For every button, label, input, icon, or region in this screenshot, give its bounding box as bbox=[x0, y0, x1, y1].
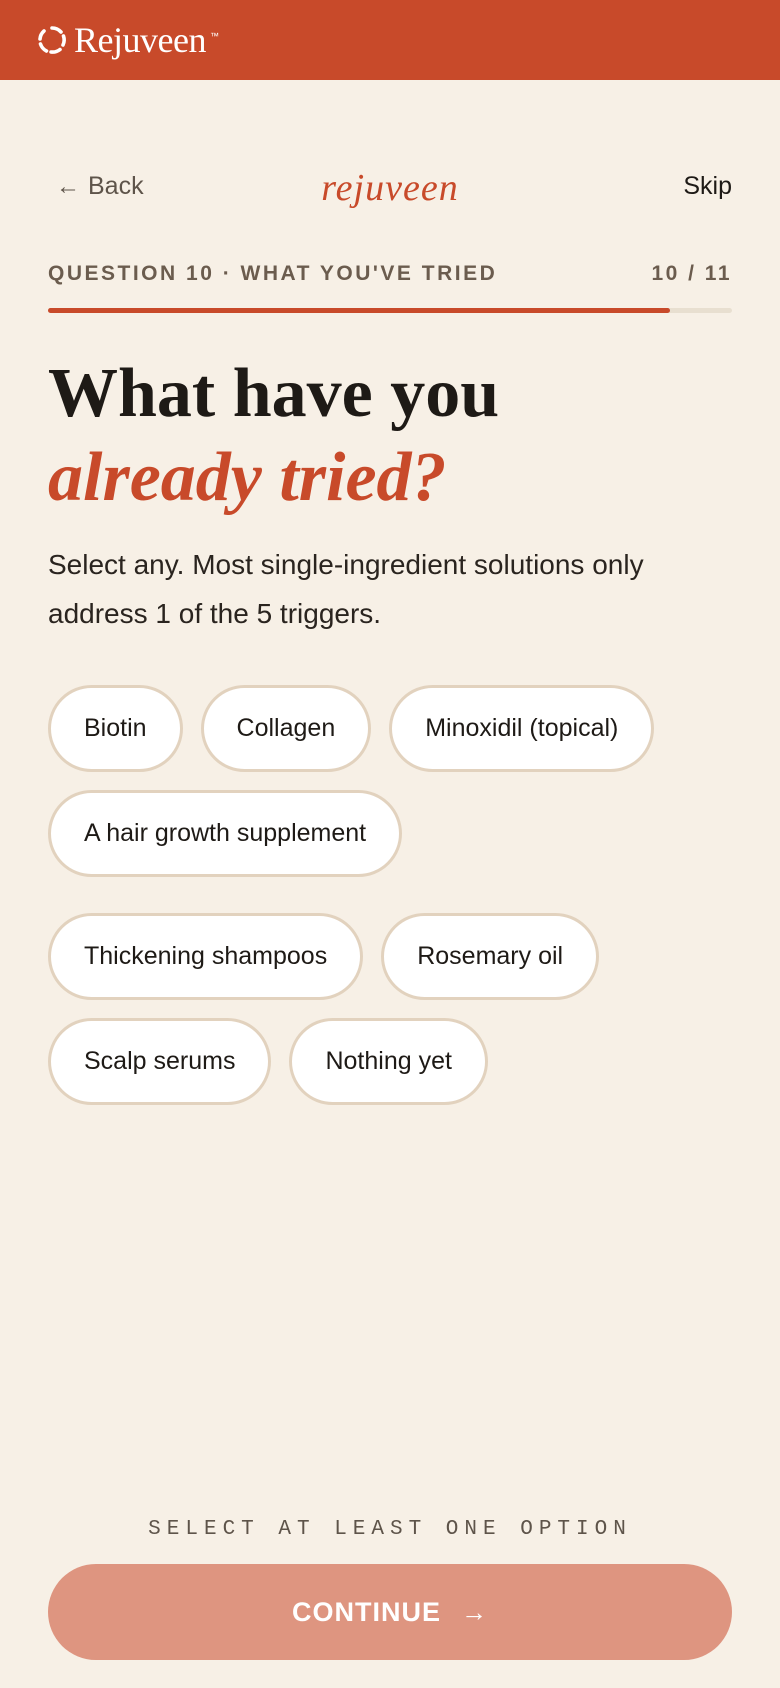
skip-button[interactable]: Skip bbox=[683, 172, 732, 201]
question-counter: 10 / 11 bbox=[651, 262, 732, 285]
title-line-2-accent: already tried? bbox=[48, 439, 447, 516]
option-chip-scalp-serums[interactable]: Scalp serums bbox=[48, 1018, 272, 1105]
progress-fill bbox=[48, 308, 670, 313]
option-chip-minoxidil[interactable]: Minoxidil (topical) bbox=[389, 685, 655, 772]
ring-logo-icon bbox=[36, 24, 68, 56]
brand-header: Rejuveen ™ bbox=[0, 0, 780, 80]
progress-bar bbox=[48, 308, 732, 313]
brand-logo[interactable]: Rejuveen ™ bbox=[36, 19, 219, 61]
continue-button[interactable]: CONTINUE → bbox=[48, 1564, 732, 1660]
question-meta: QUESTION 10 · WHAT YOU'VE TRIED 10 / 11 bbox=[48, 262, 732, 286]
option-chip-biotin[interactable]: Biotin bbox=[48, 685, 183, 772]
question-subtitle: Select any. Most single-ingredient solut… bbox=[48, 549, 644, 629]
page-title: What have you already tried? bbox=[48, 352, 732, 520]
option-chip-collagen[interactable]: Collagen bbox=[200, 685, 372, 772]
selection-hint: SELECT AT LEAST ONE OPTION bbox=[148, 1518, 632, 1541]
option-chips: Biotin Collagen Minoxidil (topical) A ha… bbox=[48, 685, 732, 1105]
option-chip-shampoos[interactable]: Thickening shampoos bbox=[48, 913, 364, 1000]
trademark-symbol: ™ bbox=[209, 31, 219, 41]
option-chip-nothing-yet[interactable]: Nothing yet bbox=[289, 1018, 488, 1105]
arrow-right-icon: → bbox=[461, 1596, 488, 1627]
brand-name: Rejuveen bbox=[74, 20, 206, 60]
option-chip-rosemary-oil[interactable]: Rosemary oil bbox=[381, 913, 600, 1000]
question-label: QUESTION 10 · WHAT YOU'VE TRIED bbox=[48, 262, 498, 285]
continue-label: CONTINUE bbox=[292, 1596, 441, 1627]
title-line-1: What have you bbox=[48, 355, 500, 432]
quiz-nav: ← Back rejuveen Skip bbox=[48, 167, 732, 212]
option-chip-supplement[interactable]: A hair growth supplement bbox=[48, 790, 403, 877]
nav-wordmark: rejuveen bbox=[321, 167, 459, 209]
